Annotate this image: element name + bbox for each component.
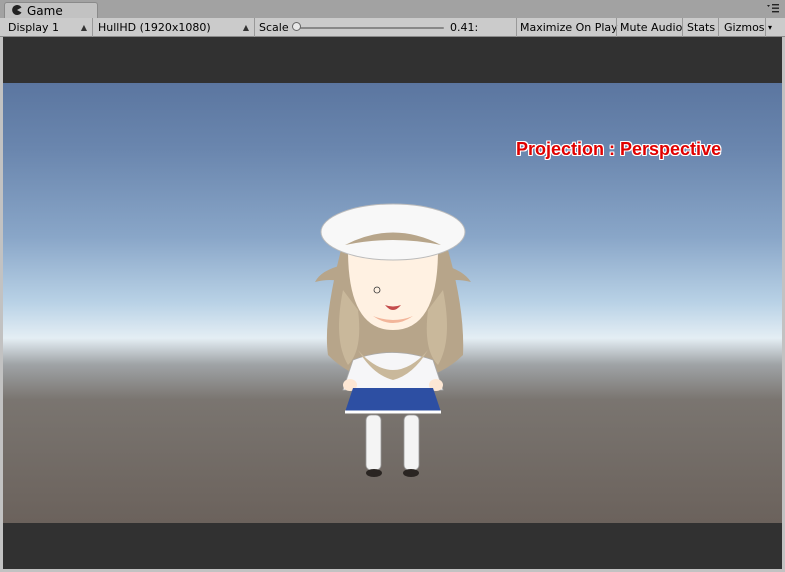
- toolbar-divider: [254, 18, 255, 37]
- dropdown-arrow-icon: ▲︎: [242, 23, 249, 32]
- projection-overlay-text: Projection : Perspective: [516, 139, 722, 159]
- scale-label: Scale: [259, 21, 289, 34]
- tab-title: Game: [27, 4, 63, 18]
- toolbar-divider: [765, 18, 766, 37]
- toolbar-divider: [516, 18, 517, 37]
- stats-toggle[interactable]: Stats: [687, 19, 715, 36]
- tab-strip: Game: [0, 0, 785, 18]
- game-toolbar: Display 1 ▲︎ HullHD (1920x1080) ▲︎ Scale…: [0, 18, 785, 37]
- toolbar-divider: [682, 18, 683, 37]
- tab-game[interactable]: Game: [4, 2, 98, 18]
- toolbar-divider: [718, 18, 719, 37]
- scale-slider-thumb[interactable]: [292, 22, 301, 31]
- display-dropdown-label: Display 1: [8, 21, 60, 34]
- toolbar-divider: [92, 18, 93, 37]
- chibi-character-image: [315, 203, 471, 477]
- toolbar-divider: [616, 18, 617, 37]
- resolution-dropdown[interactable]: HullHD (1920x1080) ▲︎: [98, 19, 252, 36]
- gizmos-toggle[interactable]: Gizmos: [724, 19, 765, 36]
- pacman-game-icon: [12, 5, 22, 15]
- scale-slider-track[interactable]: [296, 27, 444, 29]
- gizmos-dropdown-arrow-icon[interactable]: ▾: [768, 19, 772, 36]
- resolution-dropdown-label: HullHD (1920x1080): [98, 21, 211, 34]
- mute-audio-toggle[interactable]: Mute Audio: [620, 19, 682, 36]
- display-dropdown[interactable]: Display 1 ▲︎: [8, 19, 90, 36]
- dropdown-arrow-icon: ▲︎: [80, 23, 87, 32]
- maximize-on-play-toggle[interactable]: Maximize On Play: [520, 19, 618, 36]
- game-viewport[interactable]: Projection : Perspective: [3, 83, 782, 523]
- scale-value: 0.41:: [450, 21, 479, 34]
- panel-menu-icon[interactable]: [766, 3, 780, 15]
